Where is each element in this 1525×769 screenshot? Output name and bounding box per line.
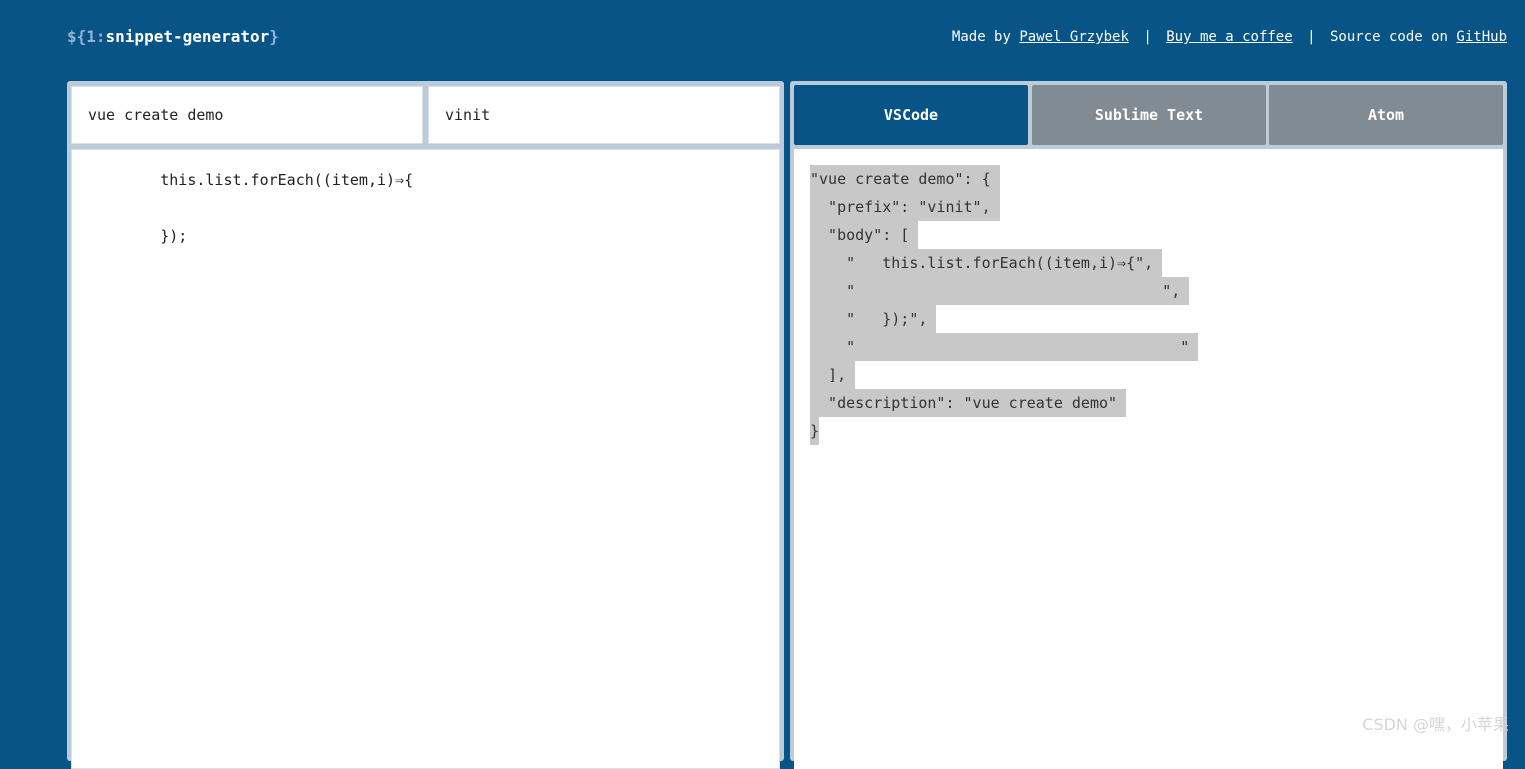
- output-panel: VSCode Sublime Text Atom "vue create dem…: [790, 81, 1507, 761]
- logo-name: snippet-generator: [106, 27, 270, 46]
- output-line: " this.list.forEach((item,i)⇒{",: [810, 249, 1503, 277]
- tab-vscode[interactable]: VSCode: [794, 85, 1028, 145]
- output-line: " });",: [810, 305, 1503, 333]
- logo-suffix: }: [269, 27, 279, 46]
- output-line: "vue create demo": {: [810, 165, 1503, 193]
- output-line-text: "description": "vue create demo": [810, 389, 1126, 417]
- top-bar: ${1:snippet-generator} Made by Pawel Grz…: [0, 0, 1525, 80]
- made-by-text: Made by: [952, 29, 1019, 45]
- credits: Made by Pawel Grzybek | Buy me a coffee …: [952, 29, 1507, 45]
- source-code-text: Source code on: [1330, 29, 1456, 45]
- output-line: " ",: [810, 277, 1503, 305]
- tab-trigger-value: vinit: [445, 106, 490, 124]
- snippet-editor[interactable]: this.list.forEach((item,i)⇒{ });: [71, 149, 780, 769]
- output-line-text: }: [810, 417, 819, 445]
- description-input[interactable]: vue create demo: [71, 86, 423, 144]
- tab-trigger-input[interactable]: vinit: [428, 86, 780, 144]
- separator: |: [1307, 29, 1315, 45]
- tab-sublime-text[interactable]: Sublime Text: [1032, 85, 1266, 145]
- output-line-text: " this.list.forEach((item,i)⇒{",: [810, 249, 1162, 277]
- output-line-text: " ",: [810, 277, 1189, 305]
- app-logo[interactable]: ${1:snippet-generator}: [67, 27, 279, 46]
- output-line-text: "body": [: [810, 221, 918, 249]
- input-panel: vue create demo vinit this.list.forEach(…: [67, 81, 784, 761]
- output-line-text: " });",: [810, 305, 936, 333]
- separator: |: [1143, 29, 1151, 45]
- output-line: "description": "vue create demo": [810, 389, 1503, 417]
- logo-prefix: ${1:: [67, 27, 106, 46]
- output-line-text: " ": [810, 333, 1198, 361]
- output-line: }: [810, 417, 1503, 445]
- editor-line: });: [72, 222, 779, 250]
- output-line: "body": [: [810, 221, 1503, 249]
- output-line: " ": [810, 333, 1503, 361]
- snippet-output[interactable]: "vue create demo": { "prefix": "vinit", …: [794, 149, 1503, 769]
- description-value: vue create demo: [88, 106, 223, 124]
- editor-line: this.list.forEach((item,i)⇒{: [72, 166, 779, 194]
- output-line-text: "vue create demo": {: [810, 165, 1000, 193]
- output-line-text: ],: [810, 361, 855, 389]
- output-line: "prefix": "vinit",: [810, 193, 1503, 221]
- output-line-text: "prefix": "vinit",: [810, 193, 1000, 221]
- tab-atom[interactable]: Atom: [1269, 85, 1503, 145]
- github-link[interactable]: GitHub: [1456, 29, 1507, 45]
- output-line: ],: [810, 361, 1503, 389]
- watermark: CSDN @嘿，小苹果: [1362, 711, 1509, 735]
- buy-coffee-link[interactable]: Buy me a coffee: [1166, 29, 1292, 45]
- author-link[interactable]: Pawel Grzybek: [1019, 29, 1129, 45]
- editor-line: [72, 194, 779, 222]
